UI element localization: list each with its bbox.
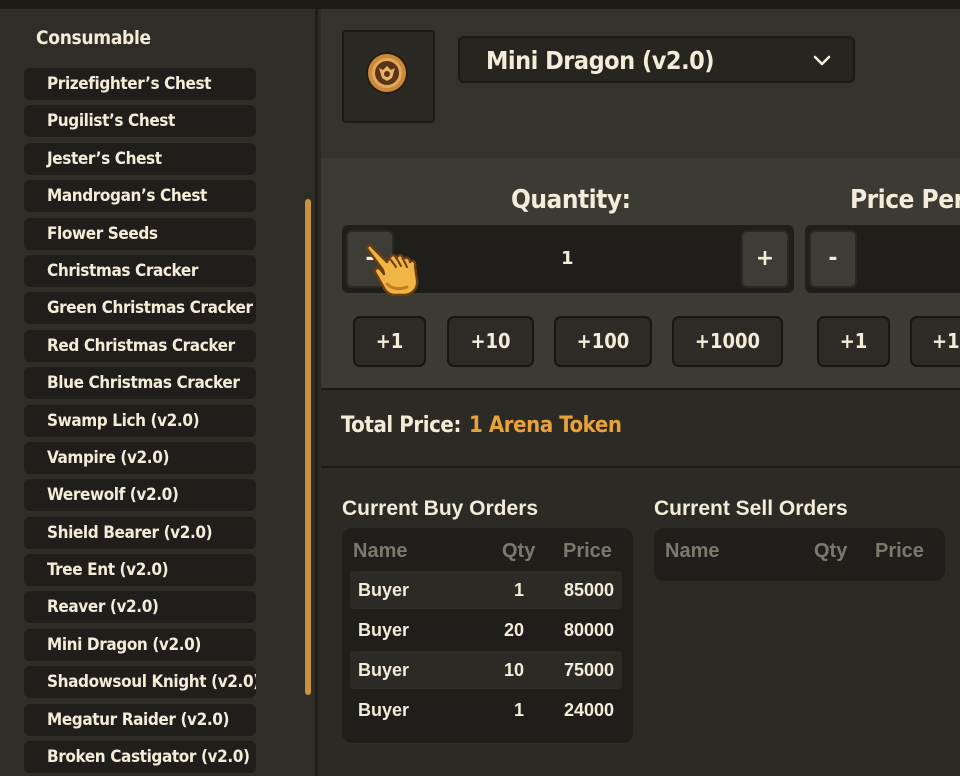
- order-qty: 10: [503, 660, 524, 680]
- quantity-add-1000-button[interactable]: +1000: [672, 316, 783, 367]
- sidebar: Consumable Prizefighter’s Chest Pugilist…: [0, 9, 318, 776]
- sidebar-item[interactable]: Mini Dragon (v2.0): [24, 628, 256, 661]
- item-select-value: Mini Dragon (v2.0): [486, 46, 715, 75]
- sidebar-item[interactable]: Red Christmas Cracker: [24, 329, 256, 362]
- total-price-label: Total Price:: [341, 413, 461, 438]
- quantity-title: Quantity:: [511, 185, 631, 215]
- sidebar-item[interactable]: Blue Christmas Cracker: [24, 367, 256, 400]
- sidebar-item[interactable]: Pugilist’s Chest: [24, 105, 256, 138]
- price-per-title: Price Per: [850, 185, 960, 215]
- order-name: Buyer: [358, 620, 410, 640]
- order-price: 75000: [563, 660, 614, 680]
- sidebar-item[interactable]: Jester’s Chest: [24, 142, 256, 175]
- sidebar-item[interactable]: Prizefighter’s Chest: [24, 68, 256, 100]
- divider: [321, 388, 960, 390]
- sidebar-item[interactable]: Tree Ent (v2.0): [24, 554, 256, 587]
- order-qty: 1: [513, 580, 524, 600]
- sell-orders-title: Current Sell Orders: [654, 497, 848, 520]
- trade-panel: Mini Dragon (v2.0) Quantity: Price Per -…: [321, 9, 960, 776]
- top-strip: [0, 0, 960, 9]
- sidebar-item[interactable]: Megatur Raider (v2.0): [24, 703, 256, 736]
- table-row[interactable]: Buyer 10 75000: [350, 651, 622, 689]
- item-header: Mini Dragon (v2.0): [321, 9, 960, 158]
- price-per-stepper: -: [805, 225, 960, 293]
- column-header-qty: Qty: [502, 540, 536, 562]
- price-add-10-button[interactable]: +1: [910, 316, 960, 367]
- sidebar-scrollbar[interactable]: [305, 199, 311, 695]
- order-qty: 20: [503, 620, 524, 640]
- order-price: 24000: [563, 700, 614, 720]
- quantity-add-10-button[interactable]: +10: [447, 316, 534, 367]
- sidebar-item[interactable]: Reaver (v2.0): [24, 591, 256, 624]
- order-name: Buyer: [358, 580, 410, 600]
- buy-orders-table: Name Qty Price Buyer 1 85000 Buyer 20 80…: [342, 528, 633, 743]
- item-icon-frame: [342, 30, 435, 123]
- order-name: Buyer: [358, 660, 410, 680]
- sidebar-item-list: Prizefighter’s Chest Pugilist’s Chest Je…: [24, 68, 256, 776]
- column-header-qty: Qty: [814, 540, 848, 562]
- sidebar-item[interactable]: Green Christmas Cracker: [24, 292, 256, 325]
- order-price: 85000: [563, 580, 614, 600]
- total-price-value: 1 Arena Token: [468, 413, 622, 438]
- sidebar-item[interactable]: Swamp Lich (v2.0): [24, 404, 256, 437]
- column-header-name: Name: [353, 540, 408, 562]
- quantity-value[interactable]: 1: [561, 225, 574, 293]
- sidebar-category-title: Consumable: [36, 27, 151, 49]
- sidebar-item[interactable]: Mandrogan’s Chest: [24, 180, 256, 213]
- table-row[interactable]: Buyer 1 24000: [350, 691, 622, 729]
- item-select-dropdown[interactable]: Mini Dragon (v2.0): [458, 36, 855, 83]
- sidebar-item[interactable]: Broken Castigator (v2.0): [24, 741, 256, 774]
- quantity-add-1-button[interactable]: +1: [353, 316, 426, 367]
- table-row[interactable]: Buyer 1 85000: [350, 571, 622, 609]
- order-qty: 1: [513, 700, 524, 720]
- sidebar-item[interactable]: Shield Bearer (v2.0): [24, 516, 256, 549]
- total-price: Total Price: 1 Arena Token: [341, 413, 622, 438]
- quantity-increment-button[interactable]: +: [741, 230, 789, 288]
- sidebar-item[interactable]: Shadowsoul Knight (v2.0): [24, 666, 256, 699]
- sidebar-item[interactable]: Flower Seeds: [24, 217, 256, 250]
- divider: [321, 466, 960, 468]
- sidebar-item[interactable]: Christmas Cracker: [24, 254, 256, 287]
- price-decrement-button[interactable]: -: [809, 230, 857, 288]
- chevron-down-icon: [813, 55, 831, 66]
- sell-orders-table: Name Qty Price: [654, 528, 945, 581]
- arena-token-icon: [366, 52, 408, 94]
- column-header-price: Price: [875, 540, 924, 562]
- column-header-price: Price: [563, 540, 612, 562]
- price-add-1-button[interactable]: +1: [817, 316, 890, 367]
- order-price: 80000: [563, 620, 614, 640]
- pointer-hand-cursor-icon: [366, 244, 419, 297]
- sidebar-item[interactable]: Werewolf (v2.0): [24, 479, 256, 512]
- table-row[interactable]: Buyer 20 80000: [350, 611, 622, 649]
- column-header-name: Name: [665, 540, 720, 562]
- order-name: Buyer: [358, 700, 410, 720]
- quantity-add-100-button[interactable]: +100: [554, 316, 652, 367]
- buy-orders-title: Current Buy Orders: [342, 497, 539, 520]
- sidebar-item[interactable]: Vampire (v2.0): [24, 441, 256, 474]
